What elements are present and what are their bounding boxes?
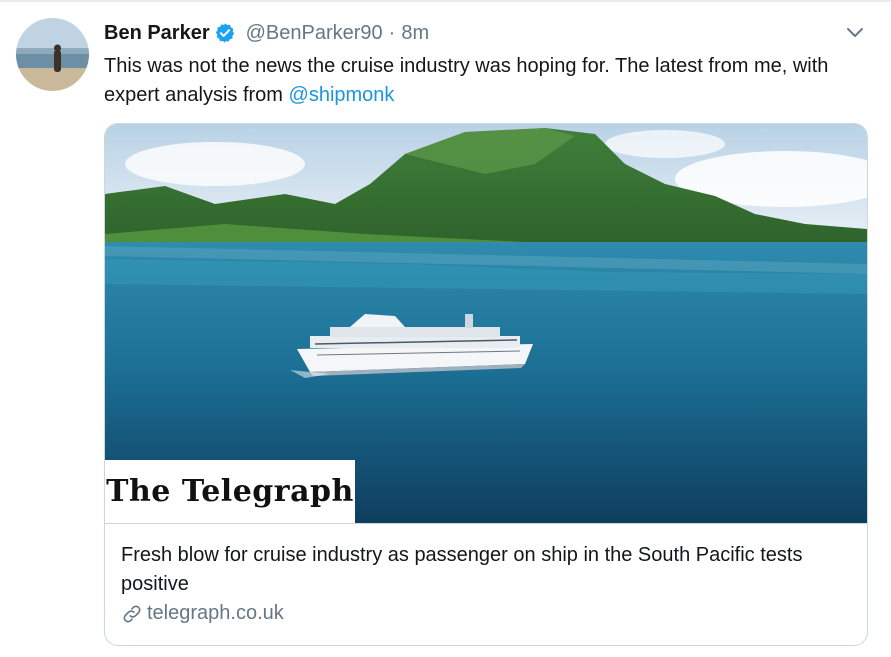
card-title[interactable]: Fresh blow for cruise industry as passen… xyxy=(121,541,851,599)
mention-link[interactable]: @shipmonk xyxy=(289,84,395,106)
tweet[interactable]: Ben Parker @BenParker90 · 8m This was no… xyxy=(0,0,891,657)
chevron-down-icon[interactable] xyxy=(844,24,866,42)
link-card[interactable]: The Telegraph Fresh blow for cruise indu… xyxy=(104,123,868,646)
avatar-image xyxy=(16,18,89,91)
header-separator: · xyxy=(388,21,396,44)
tweet-text: This was not the news the cruise industr… xyxy=(104,52,874,110)
top-divider xyxy=(0,0,891,2)
card-body[interactable]: Fresh blow for cruise industry as passen… xyxy=(105,523,867,645)
card-domain-text: telegraph.co.uk xyxy=(147,602,284,624)
author-handle[interactable]: @BenParker90 xyxy=(246,22,383,45)
tweet-header: Ben Parker @BenParker90 · 8m xyxy=(104,20,429,46)
publisher-logo: The Telegraph xyxy=(105,460,355,523)
card-domain[interactable]: telegraph.co.uk xyxy=(121,602,284,625)
tweet-timestamp[interactable]: 8m xyxy=(401,22,429,45)
avatar[interactable] xyxy=(16,18,89,91)
author-name[interactable]: Ben Parker xyxy=(104,22,210,45)
tweet-text-body: This was not the news the cruise industr… xyxy=(104,55,829,106)
link-icon xyxy=(123,605,141,622)
verified-badge-icon xyxy=(215,23,234,43)
publisher-logo-text: The Telegraph xyxy=(106,474,354,509)
